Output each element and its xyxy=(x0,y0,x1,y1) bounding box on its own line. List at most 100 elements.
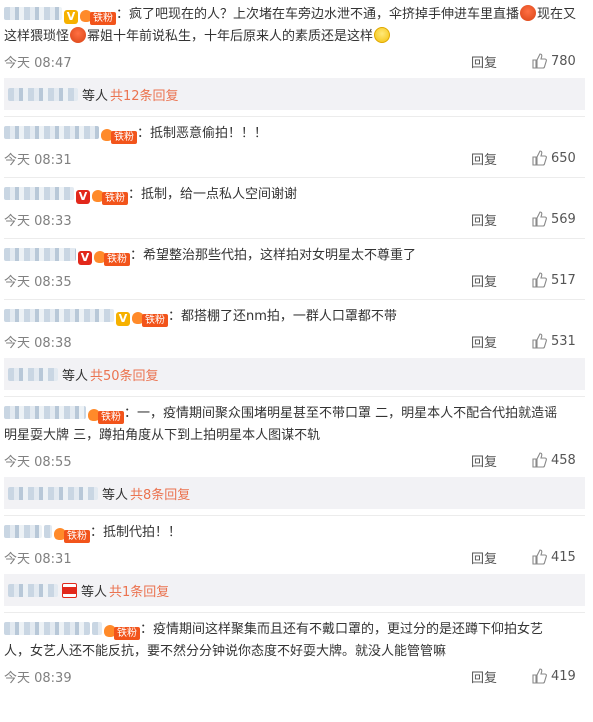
comment-meta: 今天 08:31 回复 415 xyxy=(4,544,585,570)
timestamp: 今天 08:55 xyxy=(4,454,72,470)
comment-text: ：希望整治那些代拍，这样拍对女明星太不尊重了 xyxy=(130,248,417,263)
reply-button[interactable]: 回复 xyxy=(471,451,531,470)
like-button[interactable]: 458 xyxy=(531,452,585,468)
thumb-up-icon xyxy=(532,150,547,166)
comment: V 铁粉 ：都搭棚了还nm拍，一群人口罩都不带 今天 08:38 回复 531 xyxy=(0,300,593,354)
like-count: 415 xyxy=(551,549,576,565)
comment-text-cont: 人，女艺人还不能反抗，要不然分分钟说你态度不好耍大牌。就没人能管管嘛 xyxy=(4,644,447,659)
thumb-up-icon xyxy=(532,668,547,684)
like-button[interactable]: 650 xyxy=(531,150,585,166)
fan-badge-icon: 铁粉 xyxy=(104,622,140,640)
reply-button[interactable]: 回复 xyxy=(471,149,531,168)
timestamp: 今天 08:31 xyxy=(4,551,72,567)
username-blurred[interactable] xyxy=(4,525,42,538)
comment: V 铁粉 ：疯了吧现在的人？上次堵在车旁边水泄不通，伞挤掉手伸进车里直播 现在又这样猥… xyxy=(0,0,593,74)
comment-meta: 今天 08:55 回复 458 xyxy=(4,447,585,473)
comment-meta: 今天 08:38 回复 531 xyxy=(4,328,585,354)
smile-emoji-icon xyxy=(374,27,391,43)
timestamp: 今天 08:31 xyxy=(4,152,72,168)
fan-badge-icon: 铁粉 xyxy=(54,525,90,543)
like-button[interactable]: 569 xyxy=(531,211,585,227)
comment-text: ：抵制，给一点私人空间谢谢 xyxy=(128,187,298,202)
replier-avatars-blurred xyxy=(8,583,58,597)
username-blurred[interactable] xyxy=(4,248,76,261)
like-button[interactable]: 517 xyxy=(531,272,585,288)
timestamp: 今天 08:38 xyxy=(4,335,72,351)
comment: 铁粉 ：抵制代拍！！ 今天 08:31 回复 415 xyxy=(0,516,593,570)
comment-meta: 今天 08:31 回复 650 xyxy=(4,145,585,171)
fan-badge-icon: 铁粉 xyxy=(92,187,128,205)
username-blurred[interactable] xyxy=(4,187,74,200)
comment-meta: 今天 08:47 回复 780 xyxy=(4,48,585,74)
comment-text-cont: 明星耍大牌 三，蹲拍角度从下到上拍明星本人图谋不轨 xyxy=(4,428,321,443)
reply-button[interactable]: 回复 xyxy=(471,52,531,71)
comment-text: ：一，疫情期间聚众围堵明星甚至不带口罩 二，明星本人不配合代拍就造谣 xyxy=(124,406,558,421)
reply-summary: 等人 共50条回复 xyxy=(4,358,585,390)
fan-badge-icon: 铁粉 xyxy=(88,406,124,424)
username-blurred[interactable] xyxy=(4,406,86,419)
comment: 铁粉 ：一，疫情期间聚众围堵明星甚至不带口罩 二，明星本人不配合代拍就造谣 明星耍… xyxy=(0,397,593,473)
like-count: 531 xyxy=(551,333,576,349)
view-replies-link[interactable]: 共1条回复 xyxy=(109,581,169,600)
thumb-up-icon xyxy=(532,333,547,349)
verified-badge-icon: V xyxy=(78,251,92,265)
reply-summary: 等人 共12条回复 xyxy=(4,78,585,110)
like-button[interactable]: 531 xyxy=(531,333,585,349)
like-button[interactable]: 419 xyxy=(531,668,585,684)
fan-badge-icon: 铁粉 xyxy=(80,7,116,25)
like-count: 517 xyxy=(551,272,576,288)
like-count: 780 xyxy=(551,53,576,69)
timestamp: 今天 08:35 xyxy=(4,274,72,290)
view-replies-link[interactable]: 共8条回复 xyxy=(130,484,190,503)
replier-avatars-blurred xyxy=(8,486,98,500)
like-count: 419 xyxy=(551,668,576,684)
username-blurred[interactable] xyxy=(4,309,114,322)
replier-avatars-blurred xyxy=(8,87,78,101)
username-blurred[interactable] xyxy=(4,126,99,139)
thumb-up-icon xyxy=(532,211,547,227)
like-button[interactable]: 780 xyxy=(531,53,585,69)
red-envelope-icon xyxy=(62,582,77,598)
comment: 铁粉 ：抵制恶意偷拍！！！ 今天 08:31 回复 650 xyxy=(0,117,593,171)
like-count: 650 xyxy=(551,150,576,166)
timestamp: 今天 08:47 xyxy=(4,55,72,71)
comment-meta: 今天 08:35 回复 517 xyxy=(4,267,585,293)
user-badge-blurred xyxy=(44,525,52,538)
username-blurred[interactable] xyxy=(4,622,90,635)
reply-button[interactable]: 回复 xyxy=(471,271,531,290)
comment-text: ：疯了吧现在的人？上次堵在车旁边水泄不通，伞挤掉手伸进车里直播 xyxy=(116,7,520,22)
reply-button[interactable]: 回复 xyxy=(471,667,531,686)
like-count: 569 xyxy=(551,211,576,227)
thumb-up-icon xyxy=(532,452,547,468)
timestamp: 今天 08:33 xyxy=(4,213,72,229)
comment: 铁粉 ：疫情期间这样聚集而且还有不戴口罩的，更过分的是还蹲下仰拍女艺 人，女艺人还… xyxy=(0,613,593,689)
comment-text: ：抵制恶意偷拍！！！ xyxy=(137,126,268,141)
angry-emoji-icon xyxy=(70,27,87,43)
verified-badge-icon: V xyxy=(76,190,90,204)
fan-badge-icon: 铁粉 xyxy=(132,309,168,327)
reply-button[interactable]: 回复 xyxy=(471,548,531,567)
comment: V 铁粉 ：希望整治那些代拍，这样拍对女明星太不尊重了 今天 08:35 回复 51… xyxy=(0,239,593,293)
comment-text: ：抵制代拍！！ xyxy=(90,525,182,540)
verified-badge-icon: V xyxy=(64,10,78,24)
reply-button[interactable]: 回复 xyxy=(471,332,531,351)
thumb-up-icon xyxy=(532,272,547,288)
fan-badge-icon: 铁粉 xyxy=(101,126,137,144)
user-badge-blurred xyxy=(92,622,102,635)
fan-badge-icon: 铁粉 xyxy=(94,248,130,266)
reply-summary: 等人 共1条回复 xyxy=(4,574,585,606)
comment-text: ：都搭棚了还nm拍，一群人口罩都不带 xyxy=(168,309,397,324)
thumb-up-icon xyxy=(532,53,547,69)
view-replies-link[interactable]: 共50条回复 xyxy=(90,365,159,384)
thumb-up-icon xyxy=(532,549,547,565)
like-button[interactable]: 415 xyxy=(531,549,585,565)
comment-meta: 今天 08:39 回复 419 xyxy=(4,663,585,689)
username-blurred[interactable] xyxy=(4,7,62,20)
timestamp: 今天 08:39 xyxy=(4,670,72,686)
replier-avatars-blurred xyxy=(8,367,58,381)
comment: V 铁粉 ：抵制，给一点私人空间谢谢 今天 08:33 回复 569 xyxy=(0,178,593,232)
comment-text: ：疫情期间这样聚集而且还有不戴口罩的，更过分的是还蹲下仰拍女艺 xyxy=(140,622,544,637)
verified-badge-icon: V xyxy=(116,312,130,326)
view-replies-link[interactable]: 共12条回复 xyxy=(110,85,179,104)
reply-button[interactable]: 回复 xyxy=(471,210,531,229)
